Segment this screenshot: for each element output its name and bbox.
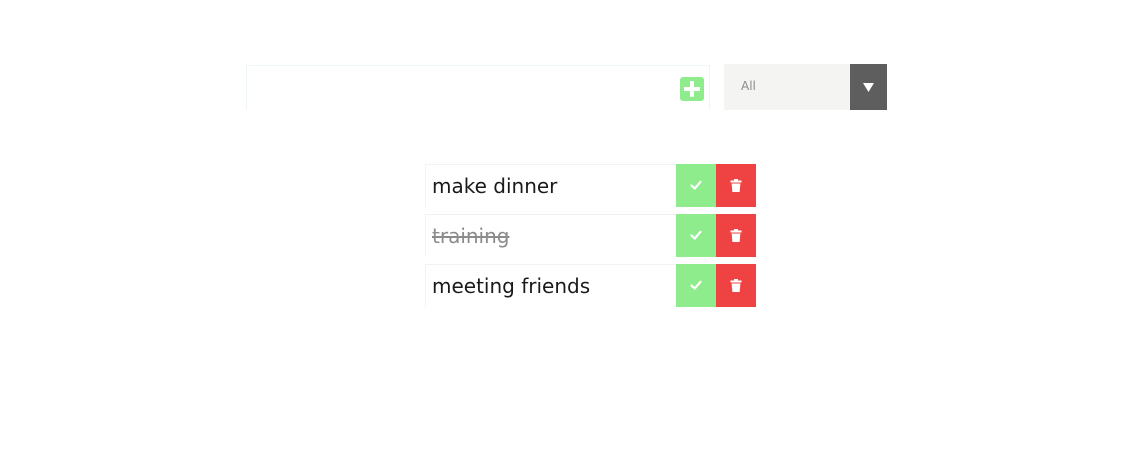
todo-item: make dinner [425, 164, 756, 207]
delete-button[interactable] [716, 264, 756, 307]
todo-item: training [425, 214, 756, 257]
plus-square-icon [680, 77, 704, 101]
complete-button[interactable] [676, 264, 716, 307]
todo-text: training [432, 224, 510, 248]
todo-text: make dinner [432, 174, 558, 198]
complete-button[interactable] [676, 214, 716, 257]
todo-item: meeting friends [425, 264, 756, 307]
todo-input-container [246, 65, 710, 110]
delete-button[interactable] [716, 214, 756, 257]
complete-button[interactable] [676, 164, 716, 207]
todo-text-container: training [425, 214, 676, 257]
filter-selected-value: All [741, 79, 756, 93]
todo-text-container: meeting friends [425, 264, 676, 307]
delete-button[interactable] [716, 164, 756, 207]
todo-list: make dinner training meeting friends [425, 164, 756, 314]
todo-input[interactable] [255, 72, 669, 106]
filter-select[interactable]: All [724, 64, 887, 110]
todo-text: meeting friends [432, 274, 591, 298]
filter-dropdown-toggle[interactable] [850, 64, 887, 110]
todo-text-container: make dinner [425, 164, 676, 207]
add-todo-button[interactable] [680, 77, 704, 101]
todo-form: All [246, 64, 887, 110]
